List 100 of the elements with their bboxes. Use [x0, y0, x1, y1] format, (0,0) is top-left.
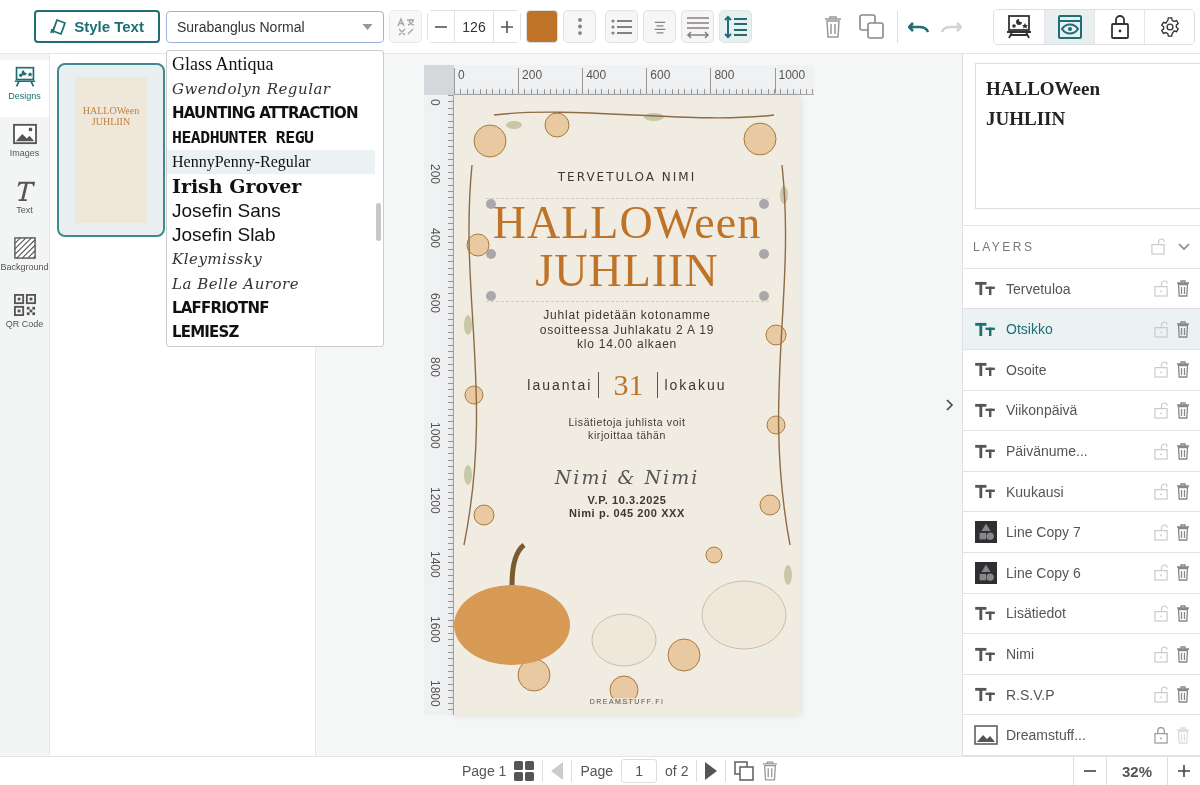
- next-page-icon[interactable]: [705, 762, 718, 780]
- layer-name: Kuukausi: [1006, 483, 1065, 500]
- layer-row[interactable]: Kuukausi: [963, 471, 1200, 513]
- line-height-icon: [723, 14, 748, 39]
- qr-tab[interactable]: QR Code: [0, 288, 49, 345]
- font-option[interactable]: Josefin Slab: [167, 222, 375, 248]
- trash-icon[interactable]: [1176, 320, 1190, 338]
- font-option[interactable]: HAUNTING ATTRACTION: [167, 100, 375, 126]
- unlock-icon[interactable]: [1154, 442, 1169, 460]
- text-layer-icon: [975, 605, 996, 621]
- font-field[interactable]: Surabanglus Normal: [166, 10, 384, 43]
- layer-row[interactable]: Line Copy 7: [963, 512, 1200, 554]
- trash-icon[interactable]: [1176, 604, 1190, 622]
- images-tab[interactable]: Images: [0, 117, 49, 174]
- font-option[interactable]: LAFFRIOTNF: [167, 295, 375, 321]
- thumbnail-title: HALLOWeen: [82, 105, 140, 116]
- preview-view-button[interactable]: [1044, 9, 1094, 44]
- more-button[interactable]: [563, 10, 596, 43]
- grid-icon[interactable]: [514, 761, 535, 781]
- rsvp-text: Nimi p. 045 200 XXX: [569, 506, 685, 520]
- trash-icon[interactable]: [1176, 361, 1190, 379]
- background-tab[interactable]: Background: [0, 231, 49, 288]
- resize-handle[interactable]: [758, 291, 769, 301]
- text-layer-icon: [975, 646, 996, 662]
- font-option[interactable]: Kleymissky: [167, 247, 375, 272]
- more-icon: [577, 18, 582, 35]
- month-text: lokakuu: [664, 376, 727, 393]
- settings-view-button[interactable]: [1144, 9, 1194, 44]
- resize-handle[interactable]: [758, 249, 769, 259]
- page-number-field[interactable]: 1: [621, 759, 658, 783]
- unlock-icon[interactable]: [1154, 401, 1169, 419]
- layer-row[interactable]: Lisätiedot: [963, 593, 1200, 635]
- trash-icon[interactable]: [1176, 523, 1190, 541]
- resize-handle[interactable]: [485, 291, 496, 301]
- trash-icon[interactable]: [1176, 442, 1190, 460]
- font-option[interactable]: Glass Antiqua: [167, 52, 375, 77]
- layer-row[interactable]: Otsikko: [963, 309, 1200, 351]
- copy-page-icon[interactable]: [734, 761, 755, 781]
- chevron-right-icon[interactable]: [945, 399, 954, 411]
- unlock-icon[interactable]: [1154, 564, 1169, 582]
- layer-name: Viikonpäivä: [1006, 402, 1079, 419]
- weekday-text: lauantai: [527, 376, 593, 393]
- unlock-icon[interactable]: [1154, 483, 1169, 501]
- lock-icon[interactable]: [1154, 726, 1169, 744]
- resize-handle[interactable]: [485, 249, 496, 259]
- align-button[interactable]: [643, 10, 676, 43]
- shapes-icon: [974, 561, 998, 584]
- line-height-button[interactable]: [719, 10, 752, 43]
- info-text: Lisätietoja juhlista voit: [568, 415, 686, 429]
- layer-row[interactable]: R.S.V.P: [963, 674, 1200, 716]
- trash-icon[interactable]: [1176, 686, 1190, 704]
- unlock-icon[interactable]: [1154, 645, 1169, 663]
- unlock-icon[interactable]: [1154, 320, 1169, 338]
- text-layer-icon: [975, 484, 996, 500]
- layer-row[interactable]: Line Copy 6: [963, 553, 1200, 594]
- designs-tab[interactable]: Designs: [0, 60, 49, 117]
- list-button[interactable]: [605, 10, 638, 43]
- layer-row[interactable]: Osoite: [963, 350, 1200, 391]
- page-word: Page: [580, 763, 614, 779]
- trash-icon[interactable]: [1176, 280, 1190, 298]
- lock-icon[interactable]: [1151, 238, 1166, 256]
- unlock-icon[interactable]: [1154, 604, 1169, 622]
- layer-row[interactable]: Päivänume...: [963, 431, 1200, 472]
- text-color-swatch[interactable]: [526, 10, 558, 43]
- trash-icon[interactable]: [824, 15, 842, 38]
- trash-icon[interactable]: [762, 761, 779, 781]
- resize-handle[interactable]: [485, 199, 496, 209]
- horizontal-ruler: 0 200 400 600 800 1000: [454, 65, 814, 95]
- spacing-button[interactable]: [681, 10, 714, 43]
- layer-row[interactable]: Dreamstuff...: [963, 715, 1200, 756]
- trash-icon[interactable]: [1176, 401, 1190, 419]
- vertical-ruler: 0 200 400 600 800 1000 1200 1400 1600 1800: [424, 95, 454, 715]
- unlock-icon[interactable]: [1154, 686, 1169, 704]
- font-option[interactable]: La Belle Aurore: [167, 271, 375, 296]
- text-layer-icon: [975, 281, 996, 297]
- unlock-icon[interactable]: [1154, 523, 1169, 541]
- style-text-button[interactable]: Style Text: [34, 10, 160, 43]
- layer-name: Line Copy 6: [1006, 564, 1082, 581]
- font-option[interactable]: Irish Grover: [167, 173, 375, 199]
- unlock-icon[interactable]: [1154, 361, 1169, 379]
- font-option[interactable]: HennyPenny-Regular: [167, 149, 375, 174]
- resize-handle[interactable]: [758, 199, 769, 209]
- caret-icon: [362, 23, 373, 30]
- duplicate-icon[interactable]: [859, 13, 885, 40]
- undo-icon[interactable]: [908, 20, 930, 33]
- trash-icon[interactable]: [1176, 564, 1190, 582]
- font-option[interactable]: Josefin Sans: [167, 198, 375, 223]
- font-option[interactable]: HEADHUNTER REGU: [167, 125, 375, 150]
- hatched-square-icon: [12, 237, 37, 259]
- font-option[interactable]: LEMIESZ: [167, 320, 375, 345]
- font-option[interactable]: Gwendolyn Regular: [167, 76, 375, 101]
- trash-icon[interactable]: [1176, 645, 1190, 663]
- address-text: Juhlat pidetään kotonamme: [543, 308, 711, 323]
- unlock-icon[interactable]: [1154, 280, 1169, 298]
- layer-row[interactable]: Nimi: [963, 634, 1200, 675]
- trash-icon[interactable]: [1176, 483, 1190, 501]
- chevron-down-icon[interactable]: [1178, 242, 1190, 251]
- layer-name: Otsikko: [1006, 321, 1054, 338]
- text-tab[interactable]: Text: [0, 174, 49, 231]
- layer-row[interactable]: Viikonpäivä: [963, 390, 1200, 432]
